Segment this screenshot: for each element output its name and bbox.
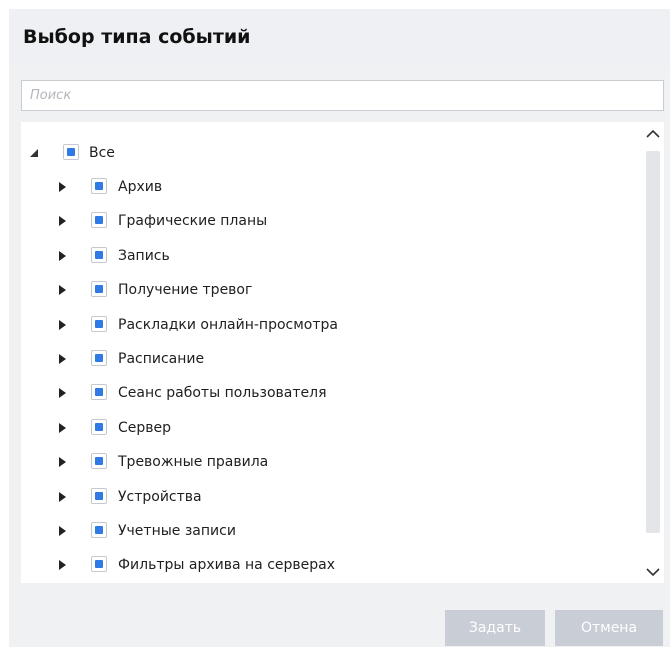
tree-item-label: Устройства xyxy=(118,488,202,505)
tree-item-label: Расписание xyxy=(118,351,205,367)
tree-item-checkbox[interactable] xyxy=(91,281,107,298)
tree-item-row[interactable]: Сеанс работы пользователя xyxy=(21,376,642,410)
tree-item-checkbox[interactable] xyxy=(91,212,107,229)
tree-item-checkbox[interactable] xyxy=(91,246,107,263)
tree-item-label: Сеанс работы пользователя xyxy=(118,385,327,402)
dialog-header: Выбор типа событий xyxy=(9,9,670,65)
search-box[interactable] xyxy=(21,80,664,111)
tree-item-label: Раскладки онлайн-просмотра xyxy=(118,316,338,333)
collapse-arrow-icon[interactable] xyxy=(27,136,41,170)
dialog-title: Выбор типа событий xyxy=(23,26,251,48)
tree-item-row[interactable]: Запись xyxy=(21,239,642,273)
tree-item-label: Запись xyxy=(118,247,170,264)
expand-arrow-icon[interactable] xyxy=(55,480,69,514)
tree-item-checkbox[interactable] xyxy=(91,453,107,470)
tree-item-checkbox[interactable] xyxy=(91,418,107,435)
expand-arrow-icon[interactable] xyxy=(55,170,69,204)
tree-item-checkbox[interactable] xyxy=(91,384,107,401)
cancel-button[interactable]: Отмена xyxy=(555,610,663,646)
tree-item-row[interactable]: Сервер xyxy=(21,411,642,445)
scroll-down-icon[interactable] xyxy=(642,561,664,583)
tree-item-label: Учетные записи xyxy=(118,523,236,539)
tree-scrollbar[interactable] xyxy=(642,122,664,583)
tree-item-row[interactable]: Архив xyxy=(21,170,642,204)
expand-arrow-icon[interactable] xyxy=(55,308,69,342)
tree-root-row[interactable]: Все xyxy=(21,136,642,170)
tree-item-label: Получение тревог xyxy=(118,282,253,299)
scroll-thumb[interactable] xyxy=(646,151,660,533)
tree-item-checkbox[interactable] xyxy=(91,487,107,504)
tree-item-checkbox[interactable] xyxy=(91,522,107,538)
expand-arrow-icon[interactable] xyxy=(55,273,69,307)
tree-item-label: Тревожные правила xyxy=(118,454,269,471)
expand-arrow-icon[interactable] xyxy=(55,204,69,238)
tree-item-row[interactable]: Тревожные правила xyxy=(21,445,642,479)
expand-arrow-icon[interactable] xyxy=(55,239,69,273)
tree-item-row[interactable]: Графические планы xyxy=(21,204,642,238)
tree-item-label: Архив xyxy=(118,179,163,195)
tree-item-row[interactable]: Устройства xyxy=(21,480,642,514)
expand-arrow-icon[interactable] xyxy=(55,342,69,376)
scroll-up-icon[interactable] xyxy=(642,122,664,144)
tree-item-row[interactable]: Фильтры архива на серверах xyxy=(21,548,642,582)
tree-item-checkbox[interactable] xyxy=(91,556,107,573)
tree-item-checkbox[interactable] xyxy=(91,315,107,332)
tree-item-label: Фильтры архива на серверах xyxy=(118,557,336,574)
expand-arrow-icon[interactable] xyxy=(55,411,69,445)
tree-item-row[interactable]: Раскладки онлайн-просмотра xyxy=(21,308,642,342)
event-type-dialog: Выбор типа событий Все Архив Графические … xyxy=(9,9,670,647)
tree-item-checkbox[interactable] xyxy=(91,350,107,366)
tree-item-label: Графические планы xyxy=(118,213,268,230)
tree-root-label: Все xyxy=(89,145,115,161)
apply-button[interactable]: Задать xyxy=(445,610,545,646)
tree-item-row[interactable]: Расписание xyxy=(21,342,642,376)
expand-arrow-icon[interactable] xyxy=(55,376,69,410)
expand-arrow-icon[interactable] xyxy=(55,445,69,479)
event-type-tree: Все Архив Графические планы Запись Получени… xyxy=(21,122,642,583)
tree-root-checkbox[interactable] xyxy=(63,144,79,160)
expand-arrow-icon[interactable] xyxy=(55,514,69,548)
tree-item-checkbox[interactable] xyxy=(91,178,107,194)
search-input[interactable] xyxy=(22,81,663,110)
tree-item-row[interactable]: Получение тревог xyxy=(21,273,642,307)
tree-item-label: Сервер xyxy=(118,419,172,436)
expand-arrow-icon[interactable] xyxy=(55,548,69,582)
tree-item-row[interactable]: Учетные записи xyxy=(21,514,642,548)
